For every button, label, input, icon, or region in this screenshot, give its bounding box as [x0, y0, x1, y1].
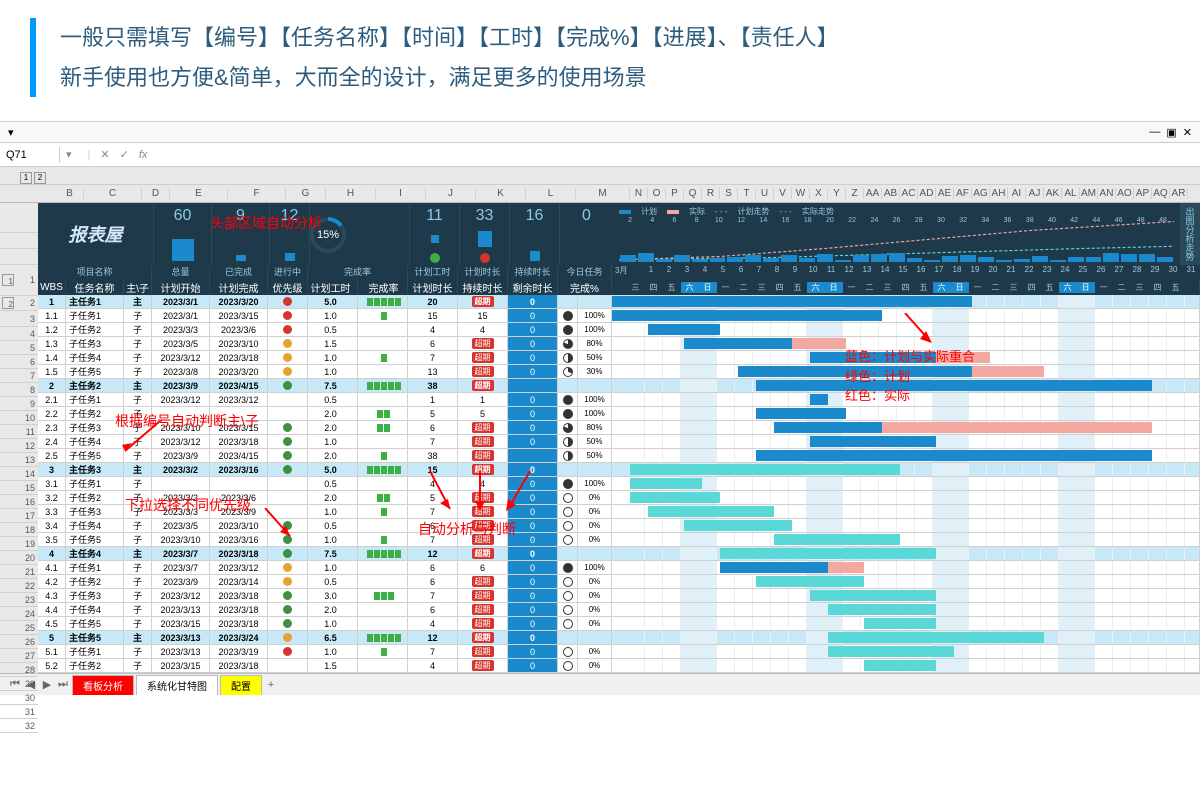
table-row[interactable]: 4主任务4主2023/3/72023/3/187.512超期0: [38, 547, 1200, 561]
table-row[interactable]: 3.3子任务3子2023/3/32023/3/91.07超期00%: [38, 505, 1200, 519]
logo: 报表屋: [38, 203, 153, 265]
group-level-2[interactable]: 2: [34, 172, 46, 184]
table-row[interactable]: 1.4子任务4子2023/3/122023/3/181.07超期050%: [38, 351, 1200, 365]
stat-planhours-value: 11: [426, 207, 443, 225]
summary-panel: 报表屋 60 9 12 15% 11 33: [38, 203, 1200, 265]
table-row[interactable]: 2.3子任务3子2023/3/102023/3/152.06超期080%: [38, 421, 1200, 435]
color-legend-note: 蓝色：计划与实际重合 绿色：计划 红色：实际: [845, 347, 975, 406]
close-icon[interactable]: ✕: [1183, 126, 1192, 139]
minimize-icon[interactable]: —: [1149, 126, 1160, 138]
table-row[interactable]: 1.2子任务2子2023/3/32023/3/60.5440100%: [38, 323, 1200, 337]
status-dot-red: [480, 253, 490, 263]
table-row[interactable]: 1主任务1主2023/3/12023/3/205.020超期0: [38, 295, 1200, 309]
table-row[interactable]: 5.2子任务2子2023/3/152023/3/181.54超期00%: [38, 659, 1200, 673]
table-row[interactable]: 2.5子任务5子2023/3/92023/4/152.038超期50%: [38, 449, 1200, 463]
formula-bar: Q71 ▾ | ✕ ✓ fx: [0, 143, 1200, 167]
column-headers: B C D E F G H I J K L M NOPQRSTUVWXYZAAA…: [0, 185, 1200, 203]
sheet-tab-dashboard[interactable]: 看板分析: [72, 675, 134, 695]
tab-next-icon[interactable]: ▶: [40, 678, 54, 692]
sheet-tab-config[interactable]: 配置: [220, 675, 262, 695]
table-row[interactable]: 2.2子任务2子2.0550100%: [38, 407, 1200, 421]
sheet-tab-gantt[interactable]: 系统化甘特图: [136, 675, 218, 695]
right-panel-label: 出图分析走势: [1180, 203, 1200, 265]
table-row[interactable]: 4.1子任务1子2023/3/72023/3/121.0660100%: [38, 561, 1200, 575]
table-row[interactable]: 1.1子任务1子2023/3/12023/3/151.015150100%: [38, 309, 1200, 323]
sheet-tabs: ⏮ ◀ ▶ ⏭ 看板分析 系统化甘特图 配置 +: [0, 673, 1200, 695]
table-row[interactable]: 4.2子任务2子2023/3/92023/3/140.56超期00%: [38, 575, 1200, 589]
formula-input[interactable]: [157, 147, 1200, 162]
stat-plandays-value: 33: [476, 207, 494, 225]
table-row[interactable]: 4.3子任务3子2023/3/122023/3/183.07超期00%: [38, 589, 1200, 603]
status-dot-green: [430, 253, 440, 263]
table-row[interactable]: 2.1子任务1子2023/3/122023/3/120.5110100%: [38, 393, 1200, 407]
stat-completed-value: 9: [236, 207, 245, 225]
table-row[interactable]: 3.2子任务2子2023/3/22023/3/62.05超期00%: [38, 491, 1200, 505]
stat-inprogress-value: 12: [281, 207, 299, 225]
group-level-1[interactable]: 1: [20, 172, 32, 184]
table-row[interactable]: 4.4子任务4子2023/3/132023/3/182.06超期00%: [38, 603, 1200, 617]
table-row[interactable]: 2主任务2主2023/3/92023/4/157.538超期: [38, 379, 1200, 393]
maximize-icon[interactable]: ▣: [1166, 126, 1176, 139]
table-row[interactable]: 1.5子任务5子2023/3/82023/3/201.013超期030%: [38, 365, 1200, 379]
fx-icon[interactable]: fx: [139, 149, 148, 161]
table-row[interactable]: 4.5子任务5子2023/3/152023/3/181.04超期00%: [38, 617, 1200, 631]
cancel-icon[interactable]: ✕: [100, 148, 109, 161]
table-row[interactable]: 2.4子任务4子2023/3/122023/3/181.07超期050%: [38, 435, 1200, 449]
mini-toolbar: ▾ — ▣ ✕: [0, 121, 1200, 143]
table-row[interactable]: 3主任务3主2023/3/22023/3/165.015超期0: [38, 463, 1200, 477]
table-row[interactable]: 3.1子任务1子0.5440100%: [38, 477, 1200, 491]
table-row[interactable]: 1.3子任务3子2023/3/52023/3/101.56超期080%: [38, 337, 1200, 351]
header-project-name: 项目名称: [38, 265, 152, 279]
confirm-icon[interactable]: ✓: [120, 148, 129, 161]
accent-bar: [30, 18, 36, 97]
completion-gauge: 15%: [310, 217, 346, 253]
name-box[interactable]: Q71: [0, 147, 60, 163]
banner-line-2: 新手使用也方便&简单，大而全的设计，满足更多的使用场景: [60, 58, 839, 98]
banner: 一般只需填写【编号】【任务名称】【时间】【工时】【完成%】【进展】、【责任人】 …: [0, 0, 1200, 121]
tab-add-icon[interactable]: +: [264, 678, 278, 692]
table-row[interactable]: 5.1子任务1子2023/3/132023/3/191.07超期00%: [38, 645, 1200, 659]
table-header: WBS 任务名称 主\子 计划开始 计划完成 优先级 计划工时 完成率 计划时长…: [38, 279, 1200, 295]
table-row[interactable]: 5主任务5主2023/3/132023/3/246.512超期0: [38, 631, 1200, 645]
banner-text: 一般只需填写【编号】【任务名称】【时间】【工时】【完成%】【进展】、【责任人】 …: [60, 18, 839, 97]
dropdown-icon[interactable]: ▾: [8, 126, 14, 139]
name-dropdown-icon[interactable]: ▾: [60, 148, 78, 161]
table-row[interactable]: 3.4子任务4子2023/3/52023/3/100.56超期00%: [38, 519, 1200, 533]
stat-duration-value: 16: [526, 207, 544, 225]
stat-total-value: 60: [174, 207, 192, 225]
table-row[interactable]: 3.5子任务5子2023/3/102023/3/161.07超期00%: [38, 533, 1200, 547]
banner-line-1: 一般只需填写【编号】【任务名称】【时间】【工时】【完成%】【进展】、【责任人】: [60, 18, 839, 58]
stat-today-value: 0: [582, 207, 591, 225]
tab-last-icon[interactable]: ⏭: [56, 678, 70, 692]
trend-chart: 计划 实际 - - -计划走势 - - -实际走势 24681012141618…: [613, 203, 1180, 265]
